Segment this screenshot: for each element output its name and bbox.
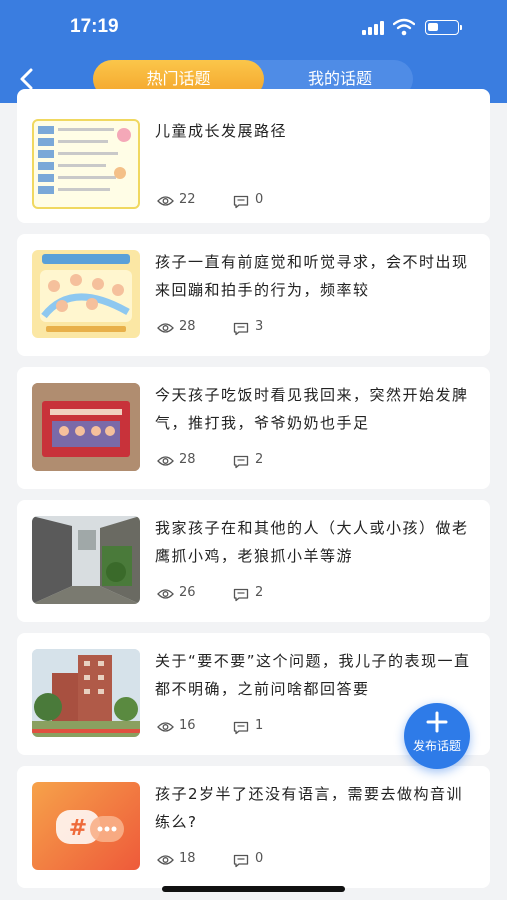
comment-icon [233,195,249,209]
views-count: 18 [179,851,196,866]
comment-icon [233,322,249,336]
topic-thumbnail [32,516,140,604]
views-count: 22 [179,192,196,207]
topic-thumbnail [32,383,140,471]
views-eye-icon [157,855,174,865]
views-count: 16 [179,718,196,733]
comments-count: 2 [255,585,264,600]
comment-icon [233,854,249,868]
chat-hashtag-icon: # [56,810,124,844]
topic-thumbnail [32,649,140,737]
comments-count: 3 [255,319,264,334]
wifi-icon [393,18,415,36]
topic-card[interactable]: 儿童成长发展路径 22 0 [17,89,490,223]
status-time: 17:19 [70,16,119,37]
comment-icon [233,588,249,602]
topic-title: 儿童成长发展路径 [155,122,288,140]
views-eye-icon [157,722,174,732]
topic-thumbnail [32,119,140,209]
publish-topic-button[interactable]: 发布话题 [404,703,470,769]
topic-title: 孩子一直有前庭觉和听觉寻求，会不时出现来回蹦和拍手的行为，频率较 [155,253,469,299]
topic-card[interactable]: 我家孩子在和其他的人（大人或小孩）做老鹰抓小鸡，老狼抓小羊等游 26 2 [17,500,490,622]
comments-count: 2 [255,452,264,467]
home-indicator [162,886,345,892]
comments-count: 0 [255,851,264,866]
comments-count: 0 [255,192,264,207]
views-count: 28 [179,319,196,334]
comment-icon [233,455,249,469]
cellular-signal-icon [362,21,386,35]
views-eye-icon [157,589,174,599]
battery-icon [425,20,462,35]
topic-card[interactable]: 孩子一直有前庭觉和听觉寻求，会不时出现来回蹦和拍手的行为，频率较 28 3 [17,234,490,356]
svg-text:#: # [69,816,87,841]
views-eye-icon [157,323,174,333]
views-eye-icon [157,456,174,466]
topic-title: 关于“要不要”这个问题，我儿子的表现一直都不明确，之前问啥都回答要 [155,652,471,698]
topic-title: 今天孩子吃饭时看见我回来，突然开始发脾气，推打我，爷爷奶奶也手足 [155,386,469,432]
comments-count: 1 [255,718,264,733]
comment-icon [233,721,249,735]
views-eye-icon [157,196,174,206]
topic-thumbnail [32,250,140,338]
views-count: 26 [179,585,196,600]
topic-card[interactable]: # 孩子2岁半了还没有语言，需要去做构音训练么? 18 0 [17,766,490,888]
topic-card[interactable]: 今天孩子吃饭时看见我回来，突然开始发脾气，推打我，爷爷奶奶也手足 28 2 [17,367,490,489]
plus-icon [426,711,448,733]
publish-topic-label: 发布话题 [412,739,461,753]
topic-title: 我家孩子在和其他的人（大人或小孩）做老鹰抓小鸡，老狼抓小羊等游 [155,519,469,565]
topic-thumbnail: # [32,782,140,870]
top-header: 17:19 热门话题 我的话题 [0,0,507,103]
views-count: 28 [179,452,196,467]
topic-title: 孩子2岁半了还没有语言，需要去做构音训练么? [155,785,464,831]
